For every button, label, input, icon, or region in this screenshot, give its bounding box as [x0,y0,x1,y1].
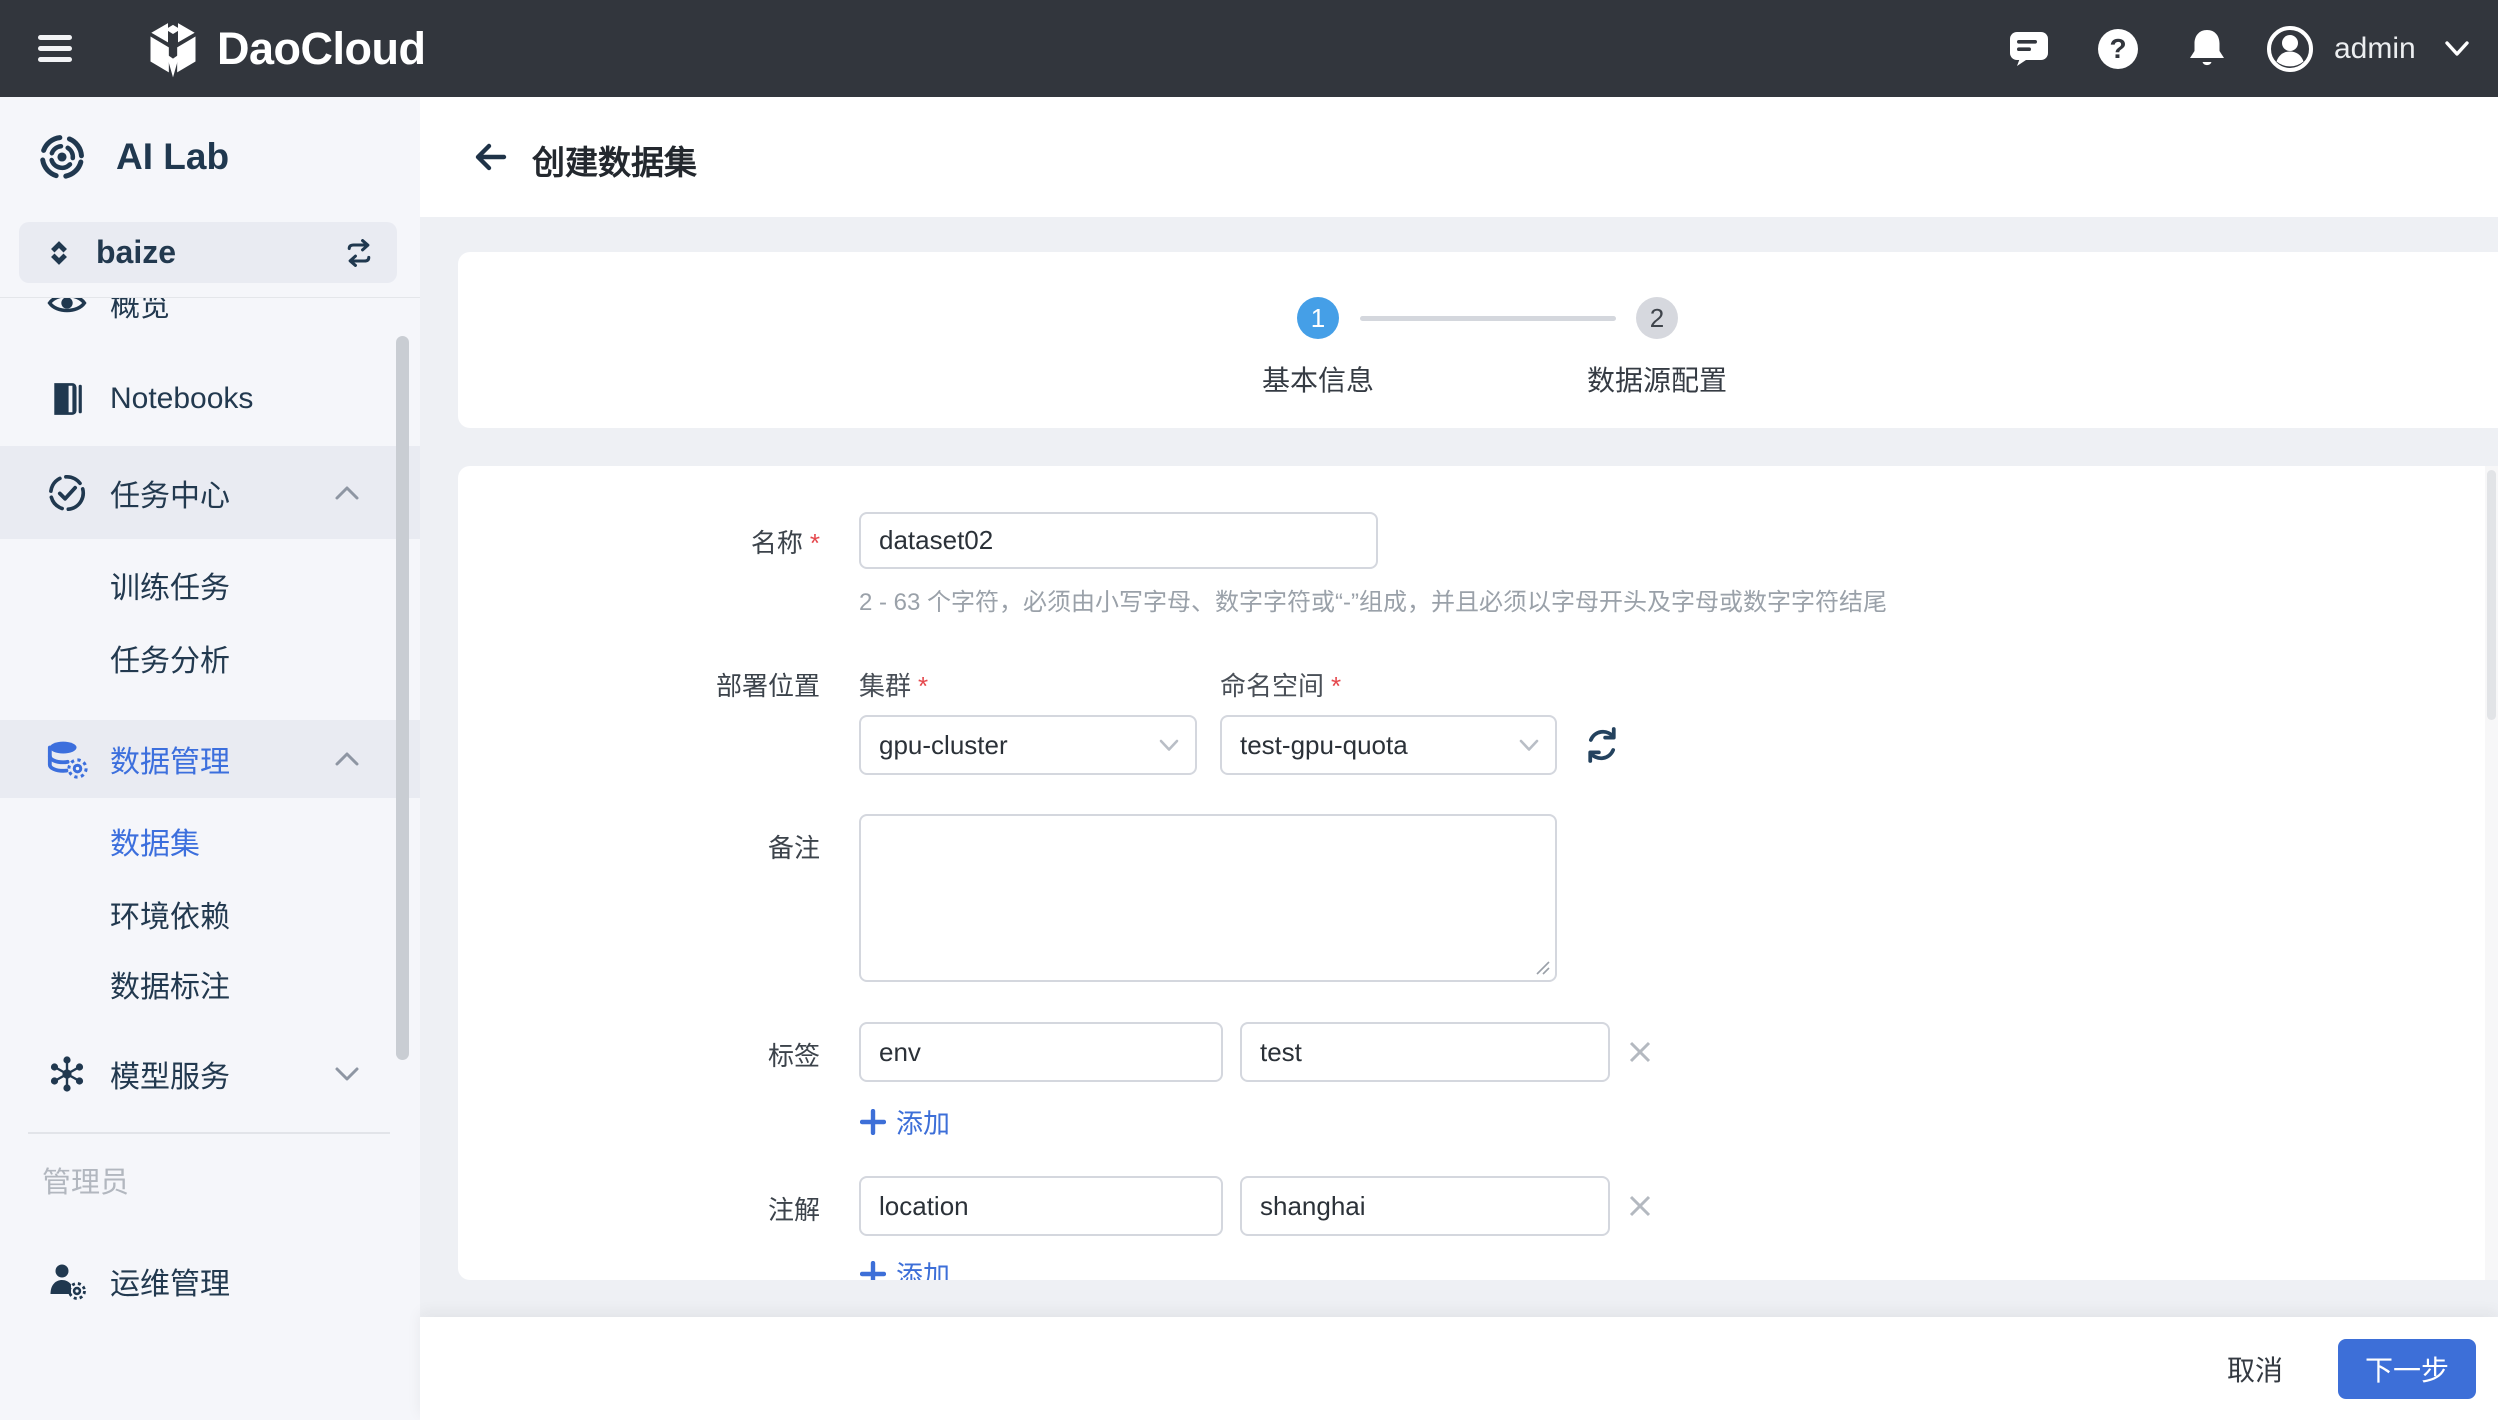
cancel-button[interactable]: 取消 [2221,1348,2289,1390]
cluster-label: 集群 * [859,671,929,701]
sidebar-divider [28,1132,390,1134]
required-asterisk: * [1331,671,1342,701]
ops-management-icon [46,1260,88,1302]
notifications-button[interactable] [2186,0,2228,97]
wizard-footer: 取消 下一步 [420,1317,2498,1420]
plus-icon [860,1260,886,1280]
user-menu[interactable]: admin [2266,0,2472,97]
name-input[interactable] [859,512,1378,569]
refresh-icon [1588,727,1616,763]
model-services-icon [46,1053,88,1095]
namespace-select[interactable]: test-gpu-quota [1220,715,1557,775]
name-helper-text: 2 - 63 个字符，必须由小写字母、数字字符或“-”组成，并且必须以字母开头及… [859,589,1888,616]
sidebar-item-data-annotation[interactable]: 数据标注 [0,957,420,1011]
add-annotation-button[interactable]: 添加 [860,1254,950,1280]
bell-icon [2190,29,2224,65]
chevron-down-icon [1159,739,1179,751]
required-asterisk: * [809,528,820,558]
chevron-down-icon [1519,739,1539,751]
remove-annotation-button[interactable] [1624,1190,1656,1222]
step-1-indicator: 1 [1297,297,1339,339]
annotation-key-input[interactable] [859,1176,1223,1236]
sidebar-scrollbar[interactable] [396,336,409,1060]
name-label: 名称 * [750,528,820,558]
sidebar: AI Lab baize 概览 Notebooks 任务中心 训练任务 任务分析… [0,97,420,1420]
sidebar-item-model-services[interactable]: 模型服务 [0,1032,420,1116]
username: admin [2334,31,2416,65]
step-1-label: 基本信息 [1261,365,1374,396]
required-asterisk: * [918,671,929,701]
step-connector [1360,316,1616,321]
eye-icon [46,298,88,324]
form-scrollbar-thumb[interactable] [2487,470,2496,720]
close-icon [1629,1041,1651,1063]
deploy-location-label: 部署位置 [715,671,820,701]
sidebar-item-datasets[interactable]: 数据集 [0,814,420,868]
sidebar-item-data-management[interactable]: 数据管理 [0,720,420,798]
label-value-input[interactable] [1240,1022,1610,1082]
notebook-icon [46,378,88,420]
form-scrollbar-track [2485,466,2498,1280]
chevron-down-icon [334,1066,360,1082]
sidebar-item-ops-management[interactable]: 运维管理 [0,1249,420,1313]
help-button[interactable]: ? [2096,0,2140,97]
chevron-up-icon [334,485,360,501]
chevron-down-icon [2445,40,2469,56]
daocloud-cube-icon [150,22,196,77]
workspace-switcher[interactable]: baize [19,222,397,283]
step-2-indicator: 2 [1636,297,1678,339]
back-button[interactable] [470,137,510,177]
topbar: DaoCloud ? admin [0,0,2498,97]
product-header: AI Lab [36,131,229,183]
product-name: AI Lab [116,136,230,177]
sidebar-item-overview[interactable]: 概览 [0,298,420,335]
hamburger-menu-icon[interactable] [38,35,72,62]
cluster-select[interactable]: gpu-cluster [859,715,1197,775]
sidebar-menu: 概览 Notebooks 任务中心 训练任务 任务分析 数据管理 数据集 环境依… [0,297,420,1238]
page-header: 创建数据集 [420,97,2498,217]
stepper-card: 1 2 基本信息 数据源配置 [458,252,2498,428]
chevron-up-icon [334,751,360,767]
page-title: 创建数据集 [532,144,697,181]
close-icon [1629,1195,1651,1217]
sidebar-item-env-dependencies[interactable]: 环境依赖 [0,887,420,941]
admin-section-label: 管理员 [42,1167,130,1199]
remark-textarea[interactable] [859,814,1557,982]
ai-lab-icon [40,135,84,179]
labels-label: 标签 [767,1041,820,1071]
sidebar-item-training-tasks[interactable]: 训练任务 [0,557,420,613]
remove-label-button[interactable] [1624,1036,1656,1068]
refresh-namespace-button[interactable] [1580,723,1624,767]
task-center-icon [46,472,88,514]
brand-name: DaoCloud [217,22,426,74]
avatar-icon [2267,25,2313,72]
workspace-name: baize [96,234,177,270]
next-step-button[interactable]: 下一步 [2338,1338,2476,1399]
chat-icon [2010,31,2048,66]
sidebar-item-notebooks[interactable]: Notebooks [0,367,420,431]
sidebar-item-task-center[interactable]: 任务中心 [0,446,420,539]
workspace-icon [51,240,67,265]
create-dataset-form: 名称* 2 - 63 个字符，必须由小写字母、数字字符或“-”组成，并且必须以字… [458,466,2498,1280]
arrow-left-icon [475,143,507,171]
annotations-label: 注解 [767,1195,820,1225]
app-root: DaoCloud ? admin AI Lab baize 概览 Noteboo… [0,0,2498,1420]
label-key-input[interactable] [859,1022,1223,1082]
sidebar-item-task-analysis[interactable]: 任务分析 [0,630,420,686]
plus-icon [860,1108,886,1135]
add-label-button[interactable]: 添加 [860,1102,950,1141]
namespace-label: 命名空间 * [1220,671,1342,701]
help-icon: ? [2098,28,2138,69]
workspace-swap-icon[interactable] [343,238,375,267]
svg-text:?: ? [2109,33,2126,64]
messages-button[interactable] [2008,0,2050,97]
data-management-icon [46,738,88,780]
step-2-label: 数据源配置 [1586,365,1727,396]
remark-label: 备注 [767,833,820,863]
annotation-value-input[interactable] [1240,1176,1610,1236]
brand-logo[interactable]: DaoCloud [145,0,426,97]
